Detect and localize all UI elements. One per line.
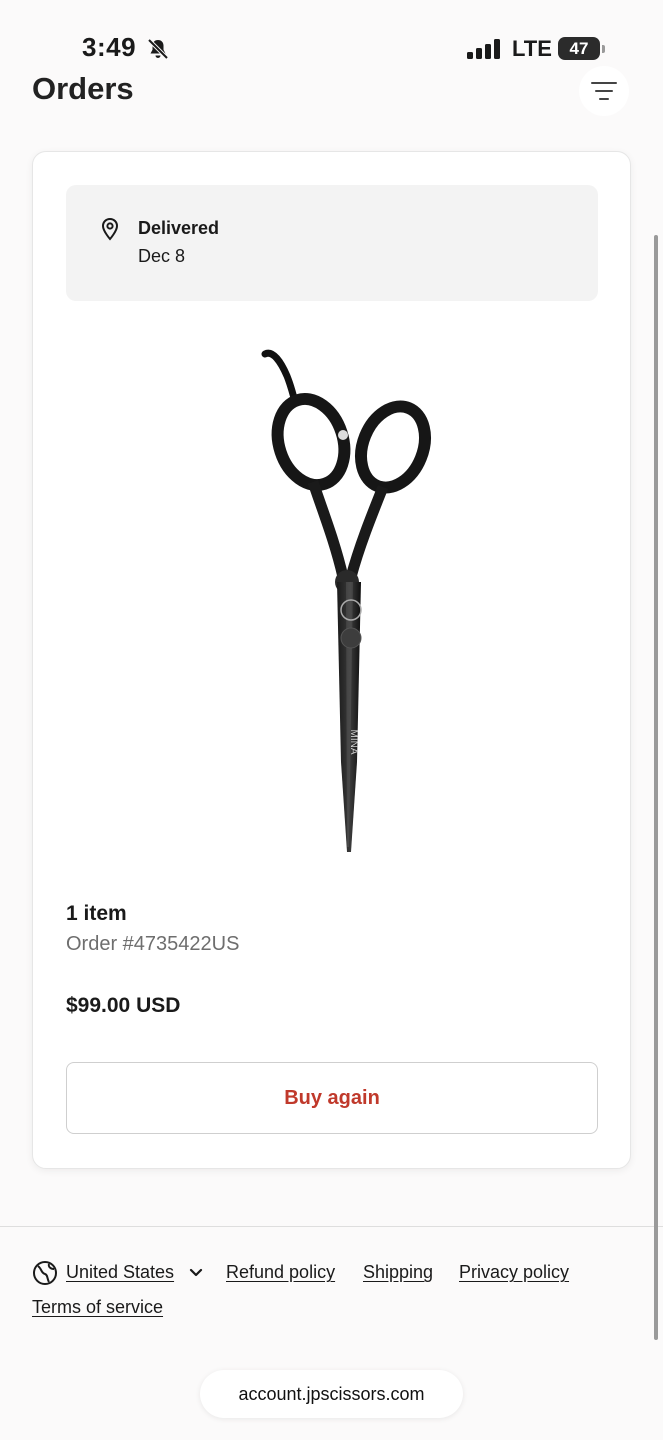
chevron-down-icon[interactable] xyxy=(188,1265,204,1281)
globe-icon[interactable] xyxy=(32,1260,58,1286)
delivery-status-box: Delivered Dec 8 xyxy=(66,185,598,301)
product-image-scissors[interactable]: MINA xyxy=(243,342,443,862)
privacy-policy-link[interactable]: Privacy policy xyxy=(459,1262,569,1283)
shipping-link[interactable]: Shipping xyxy=(363,1262,433,1283)
browser-url-bar[interactable]: account.jpscissors.com xyxy=(200,1370,463,1418)
battery-level: 47 xyxy=(558,37,600,60)
item-count: 1 item xyxy=(66,902,127,925)
delivery-status: Delivered xyxy=(138,218,220,238)
bell-muted-icon xyxy=(147,38,169,60)
terms-of-service-link[interactable]: Terms of service xyxy=(32,1297,163,1318)
product-engraving: MINA xyxy=(348,730,359,755)
buy-again-button[interactable]: Buy again xyxy=(66,1062,598,1134)
status-time: 3:49 xyxy=(82,32,137,62)
region-selector[interactable]: United States xyxy=(66,1262,174,1283)
refund-policy-link[interactable]: Refund policy xyxy=(226,1262,335,1283)
order-card[interactable]: Delivered Dec 8 MINA 1 item Order #47354… xyxy=(32,151,631,1169)
order-number: Order #4735422US xyxy=(66,933,240,955)
order-total: $99.00 USD xyxy=(66,994,181,1017)
location-pin-icon xyxy=(101,217,119,241)
scrollbar[interactable] xyxy=(654,235,658,1340)
battery-icon: 47 xyxy=(558,37,606,61)
status-bar: 3:49 LTE 47 xyxy=(0,0,663,80)
network-label: LTE xyxy=(512,36,552,61)
filter-button[interactable] xyxy=(579,66,629,116)
footer-divider xyxy=(0,1226,663,1227)
filter-icon xyxy=(591,82,617,100)
page-title: Orders xyxy=(32,71,134,106)
delivery-date: Dec 8 xyxy=(138,246,186,266)
signal-icon xyxy=(467,39,500,59)
